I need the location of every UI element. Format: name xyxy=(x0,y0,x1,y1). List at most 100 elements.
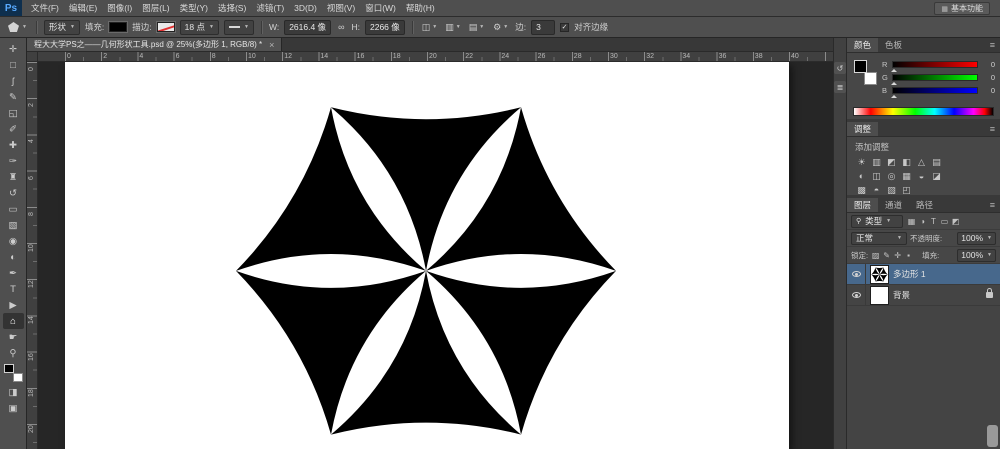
adjustment-vibrance[interactable]: △ xyxy=(915,156,928,168)
background-color-swatch[interactable] xyxy=(864,72,877,85)
filter-button-filter-pixel-layers[interactable]: ▦ xyxy=(906,215,917,227)
tool-eraser[interactable]: ▭ xyxy=(3,201,24,217)
channel-value[interactable]: 0 xyxy=(981,86,995,95)
tool-dodge[interactable]: ◐ xyxy=(3,249,24,265)
visibility-toggle[interactable] xyxy=(847,285,866,305)
panel-menu-icon[interactable]: ≡ xyxy=(985,38,1000,52)
tab-layers[interactable]: 图层 xyxy=(847,198,878,212)
tool-healing-brush[interactable]: ✚ xyxy=(3,137,24,153)
tool-zoom[interactable]: ⚲ xyxy=(3,345,24,361)
tool-path-selection[interactable]: ▶ xyxy=(3,297,24,313)
filter-button-filter-adjustment-layers[interactable]: ◑ xyxy=(917,215,928,227)
panel-menu-icon[interactable]: ≡ xyxy=(985,198,1000,212)
menu-item[interactable]: 窗口(W) xyxy=(360,0,401,16)
tool-marquee[interactable]: □ xyxy=(3,57,24,73)
adjustment-photo-filter[interactable]: ◎ xyxy=(885,170,898,182)
adjustment-hue-saturation[interactable]: ▤ xyxy=(930,156,943,168)
layer-thumbnail[interactable] xyxy=(871,287,888,304)
shape-height-field[interactable]: 2266 像 xyxy=(365,20,405,35)
layer-row-background[interactable]: 背景 xyxy=(847,285,1000,306)
adjustment-color-balance[interactable]: ◐ xyxy=(855,170,868,182)
tool-history-brush[interactable]: ↺ xyxy=(3,185,24,201)
foreground-color-swatch[interactable] xyxy=(4,364,14,373)
color-spectrum-bar[interactable] xyxy=(853,107,994,116)
collapsed-panel-button-history[interactable]: ↺ xyxy=(834,62,846,74)
canvas[interactable] xyxy=(65,62,789,449)
tool-eyedropper[interactable]: ✐ xyxy=(3,121,24,137)
link-dimensions-icon[interactable]: ∞ xyxy=(336,22,346,32)
layer-thumbnail[interactable] xyxy=(871,266,888,283)
tool-quick-selection[interactable]: ✎ xyxy=(3,89,24,105)
align-edges-checkbox[interactable]: ✓ xyxy=(560,23,569,32)
tool-preset-picker[interactable]: ▼ xyxy=(6,22,29,32)
channel-value[interactable]: 0 xyxy=(981,60,995,69)
menu-item[interactable]: 类型(Y) xyxy=(175,0,213,16)
tool-move[interactable]: ✛ xyxy=(3,41,24,57)
adjustment-brightness-contrast[interactable]: ☀ xyxy=(855,156,868,168)
foreground-background-colors[interactable] xyxy=(4,364,23,382)
channel-slider[interactable] xyxy=(892,87,978,94)
geometry-options-button[interactable]: ⚙ ▼ xyxy=(491,22,510,33)
adjustment-exposure[interactable]: ◧ xyxy=(900,156,913,168)
blend-mode-select[interactable]: 正常 ▼ xyxy=(851,232,907,245)
tool-pen[interactable]: ✒ xyxy=(3,265,24,281)
opacity-select[interactable]: 100% ▼ xyxy=(957,232,996,245)
tool-quick-mask[interactable]: ◨ xyxy=(3,384,24,400)
tool-hand[interactable]: ☛ xyxy=(3,329,24,345)
tab-channels[interactable]: 通道 xyxy=(878,198,909,212)
tool-clone-stamp[interactable]: ♜ xyxy=(3,169,24,185)
adjustment-levels[interactable]: ▥ xyxy=(870,156,883,168)
document-tab[interactable]: 程大大学PS之——几何形状工具.psd @ 25%(多边形 1, RGB/8) … xyxy=(27,38,282,51)
channel-slider[interactable] xyxy=(892,61,978,68)
adjustment-selective-color[interactable]: ◰ xyxy=(900,184,913,196)
adjustment-curves[interactable]: ◩ xyxy=(885,156,898,168)
adjustment-black-white[interactable]: ◫ xyxy=(870,170,883,182)
lock-button-lock-all[interactable]: ▪ xyxy=(904,249,913,261)
layer-filter-select[interactable]: ⚲ 类型 ▼ xyxy=(851,215,903,228)
menu-item[interactable]: 编辑(E) xyxy=(64,0,102,16)
collapsed-panel-button-properties[interactable]: ≣ xyxy=(834,81,846,93)
panel-resize-grip[interactable] xyxy=(987,425,998,447)
menu-item[interactable]: 帮助(H) xyxy=(401,0,440,16)
close-icon[interactable]: × xyxy=(269,40,274,50)
channel-value[interactable]: 0 xyxy=(981,73,995,82)
stroke-type-select[interactable]: ▼ xyxy=(224,20,254,35)
tool-type[interactable]: T xyxy=(3,281,24,297)
adjustment-color-lookup[interactable]: ◒ xyxy=(915,170,928,182)
tool-gradient[interactable]: ▧ xyxy=(3,217,24,233)
menu-item[interactable]: 3D(D) xyxy=(289,0,322,16)
lock-button-lock-image[interactable]: ✎ xyxy=(882,249,891,261)
lock-button-lock-transparency[interactable]: ▨ xyxy=(871,249,880,261)
tab-color[interactable]: 颜色 xyxy=(847,38,878,52)
path-button-path-arrangement[interactable]: ▤ ▼ xyxy=(467,22,486,33)
adjustment-channel-mixer[interactable]: ▦ xyxy=(900,170,913,182)
menu-item[interactable]: 选择(S) xyxy=(213,0,251,16)
layer-row-polygon-1[interactable]: 多边形 1 xyxy=(847,264,1000,285)
workspace-switcher-button[interactable]: ▦ 基本功能 xyxy=(934,2,990,15)
tool-screen-mode[interactable]: ▣ xyxy=(3,400,24,416)
tool-shape[interactable]: ⌂ xyxy=(3,313,24,329)
adjustment-gradient-map[interactable]: ▧ xyxy=(885,184,898,196)
sides-field[interactable]: 3 xyxy=(531,20,555,35)
filter-button-filter-type-layers[interactable]: T xyxy=(928,215,939,227)
menu-item[interactable]: 图像(I) xyxy=(102,0,137,16)
tool-blur[interactable]: ◉ xyxy=(3,233,24,249)
adjustment-posterize[interactable]: ▩ xyxy=(855,184,868,196)
tab-swatches[interactable]: 色板 xyxy=(878,38,909,52)
tool-lasso[interactable]: ʃ xyxy=(3,73,24,89)
menu-item[interactable]: 图层(L) xyxy=(137,0,174,16)
tool-brush[interactable]: ✑ xyxy=(3,153,24,169)
panel-menu-icon[interactable]: ≡ xyxy=(985,122,1000,136)
menu-item[interactable]: 滤镜(T) xyxy=(251,0,289,16)
adjustment-invert[interactable]: ◪ xyxy=(930,170,943,182)
stroke-width-select[interactable]: 18 点 ▼ xyxy=(180,20,219,35)
filter-button-filter-shape-layers[interactable]: ▭ xyxy=(939,215,950,227)
lock-button-lock-position[interactable]: ✛ xyxy=(893,249,902,261)
adjustment-threshold[interactable]: ◓ xyxy=(870,184,883,196)
channel-slider[interactable] xyxy=(892,74,978,81)
fill-color-swatch[interactable] xyxy=(109,22,127,32)
tool-mode-select[interactable]: 形状 ▼ xyxy=(44,20,80,35)
foreground-color-swatch[interactable] xyxy=(854,60,867,73)
shape-width-field[interactable]: 2616.4 像 xyxy=(284,20,331,35)
menu-item[interactable]: 视图(V) xyxy=(322,0,360,16)
